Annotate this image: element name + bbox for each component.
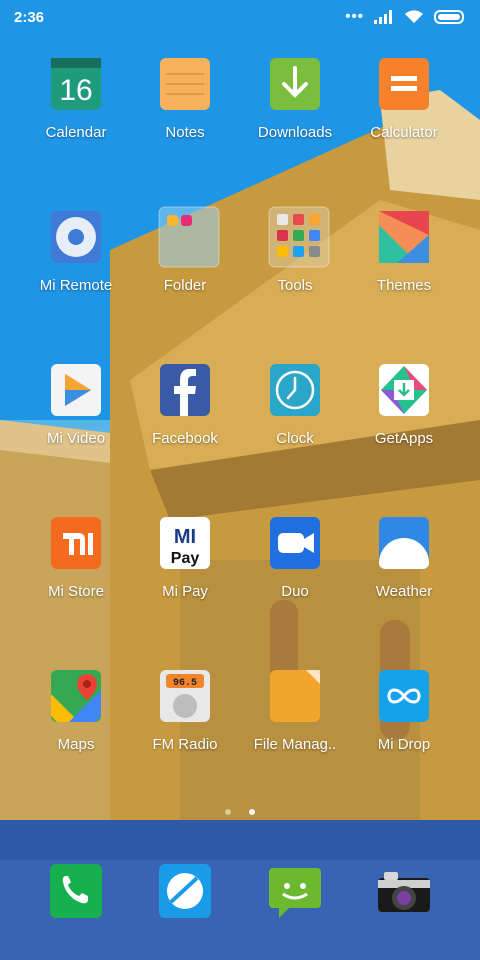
- file-manager-icon: [270, 670, 320, 722]
- app-label: File Manag..: [253, 736, 337, 753]
- app-tools[interactable]: Tools: [240, 205, 350, 294]
- app-mi-video[interactable]: Mi Video: [21, 358, 131, 447]
- calculator-icon: [379, 58, 429, 110]
- page-indicator: [0, 802, 480, 820]
- app-facebook[interactable]: Facebook: [130, 358, 240, 447]
- status-bar: 2:36 •••: [0, 0, 480, 34]
- app-label: Folder: [163, 277, 207, 294]
- app-getapps[interactable]: GetApps: [349, 358, 459, 447]
- mi-drop-icon: [379, 670, 429, 722]
- wifi-icon: [405, 10, 423, 23]
- app-label: Mi Store: [48, 583, 104, 600]
- camera-icon: [378, 872, 430, 912]
- page-dot[interactable]: [224, 809, 231, 815]
- dock-camera[interactable]: [349, 858, 459, 924]
- app-calendar[interactable]: 16 Calendar: [21, 52, 131, 141]
- app-mi-drop[interactable]: Mi Drop: [349, 664, 459, 753]
- app-label: Downloads: [257, 124, 333, 141]
- calendar-icon: 16: [51, 58, 101, 110]
- app-label: Duo: [281, 583, 309, 600]
- signal-icon: [374, 9, 392, 24]
- app-label: Tools: [277, 277, 313, 294]
- dock-browser[interactable]: [130, 858, 240, 924]
- themes-icon: [379, 211, 429, 263]
- mi-pay-logo-top: MI: [174, 526, 196, 548]
- facebook-icon: [160, 364, 210, 416]
- app-label: Calendar: [45, 124, 107, 141]
- app-mi-pay[interactable]: MI Pay Mi Pay: [130, 511, 240, 600]
- battery-icon: [434, 9, 464, 24]
- radio-icon: 96.5: [160, 670, 210, 722]
- messages-icon: [269, 868, 321, 918]
- folder-icon: [158, 206, 220, 268]
- app-themes[interactable]: Themes: [349, 205, 459, 294]
- app-file-manager[interactable]: File Manag..: [240, 664, 350, 753]
- app-duo[interactable]: Duo: [240, 511, 350, 600]
- maps-icon: [51, 670, 101, 722]
- video-play-icon: [51, 364, 101, 416]
- app-mi-store[interactable]: Mi Store: [21, 511, 131, 600]
- more-dots-icon: •••: [345, 8, 364, 25]
- app-label: Notes: [165, 124, 205, 141]
- app-label: Weather: [375, 583, 433, 600]
- clock-icon: [270, 364, 320, 416]
- app-maps[interactable]: Maps: [21, 664, 131, 753]
- dock-phone[interactable]: [21, 858, 131, 924]
- app-label: GetApps: [374, 430, 434, 447]
- status-time: 2:36: [14, 9, 45, 26]
- browser-icon: [159, 864, 211, 918]
- app-label: Mi Pay: [162, 583, 208, 600]
- app-clock[interactable]: Clock: [240, 358, 350, 447]
- mi-pay-logo-bottom: Pay: [171, 550, 200, 567]
- page-dot-active[interactable]: [249, 809, 256, 815]
- dock-messages[interactable]: [240, 858, 350, 924]
- tools-folder-icon: [268, 206, 330, 268]
- notes-icon: [160, 58, 210, 110]
- app-downloads[interactable]: Downloads: [240, 52, 350, 141]
- weather-icon: [379, 517, 429, 569]
- app-label: Themes: [376, 277, 432, 294]
- app-weather[interactable]: Weather: [349, 511, 459, 600]
- app-label: Mi Video: [46, 430, 106, 447]
- app-label: Maps: [57, 736, 95, 753]
- app-label: Calculator: [370, 124, 438, 141]
- app-calculator[interactable]: Calculator: [349, 52, 459, 141]
- app-label: Clock: [276, 430, 314, 447]
- mi-store-icon: [51, 517, 101, 569]
- app-folder[interactable]: Folder: [130, 205, 240, 294]
- app-label: Mi Drop: [377, 736, 431, 753]
- calendar-day: 16: [59, 74, 92, 107]
- app-label: Mi Remote: [39, 277, 113, 294]
- getapps-icon: [379, 364, 429, 416]
- remote-icon: [51, 211, 101, 263]
- app-label: FM Radio: [152, 736, 218, 753]
- app-mi-remote[interactable]: Mi Remote: [21, 205, 131, 294]
- phone-icon: [50, 864, 102, 918]
- radio-frequency: 96.5: [173, 678, 197, 689]
- download-icon: [270, 58, 320, 110]
- duo-video-icon: [270, 517, 320, 569]
- app-notes[interactable]: Notes: [130, 52, 240, 141]
- mi-pay-icon: MI Pay: [160, 517, 210, 569]
- app-label: Facebook: [152, 430, 218, 447]
- app-fm-radio[interactable]: 96.5 FM Radio: [130, 664, 240, 753]
